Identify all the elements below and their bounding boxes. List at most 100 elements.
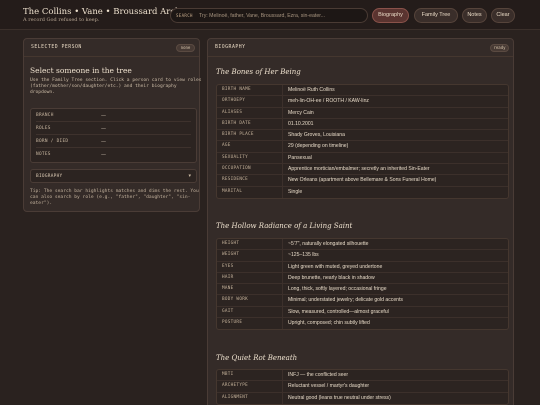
row-value: New Orleans (apartment above Bellemare &… <box>288 177 437 184</box>
row-value: Upright, composed; chin subtly lifted <box>288 320 370 327</box>
table-row: ORTHOEPY meh-lin-OH-ee / ROOTH / KAW-linz <box>217 96 508 108</box>
table-row: BIRTH DATE 01.10.2001 <box>217 118 508 131</box>
row-value: Mercy Cain <box>288 109 314 116</box>
clear-button[interactable]: Clear <box>491 8 515 23</box>
table-row: RESIDENCE New Orleans (apartment above Be… <box>217 175 508 187</box>
table-row: MANE Long, thick, softly layered; occasio… <box>217 284 508 296</box>
bio-table-personality: MBTI INFJ — the conflicted seer ARCHETYPE… <box>216 369 509 405</box>
row-label: MANE <box>217 284 283 295</box>
row-label: AGE <box>217 141 283 152</box>
table-row: BIRTH PLACE Shady Groves, Louisiana <box>217 130 508 142</box>
tip-text: Tip: The search bar highlights matches a… <box>30 189 199 207</box>
info-row-born-died: BORN / DIED — <box>36 136 191 148</box>
row-label: GAIT <box>217 306 283 318</box>
table-row: BIRTH NAME Melinoë Ruth Collins <box>217 85 508 97</box>
row-value: 01.10.2001 <box>288 120 314 127</box>
row-label: MBTI <box>217 370 283 381</box>
info-row-notes: NOTES — <box>36 149 191 161</box>
panel-title: BIOGRAPHY <box>215 45 246 50</box>
dropdown-label: BIOGRAPHY <box>36 174 63 179</box>
status-badge: none <box>176 44 195 52</box>
status-badge: ready <box>490 44 509 52</box>
row-label: BIRTH DATE <box>217 118 283 130</box>
info-row-roles: ROLES — <box>36 123 191 135</box>
info-label: BRANCH <box>36 113 54 118</box>
table-row: POSTURE Upright, composed; chin subtly li… <box>217 318 508 330</box>
table-row: HAIR Deep brunette, nearly black in shado… <box>217 272 508 285</box>
search-bar[interactable]: SEARCH <box>170 8 368 23</box>
info-label: NOTES <box>36 152 51 157</box>
bio-table-appearance: HEIGHT ~5'7", naturally elongated silhoue… <box>216 238 509 331</box>
row-label: SEXUALITY <box>217 152 283 164</box>
family-tree-button[interactable]: Family Tree <box>414 8 458 23</box>
row-value: Slow, measured, controlled—almost gracef… <box>288 308 389 315</box>
search-input[interactable] <box>199 10 365 22</box>
selected-person-panel: SELECTED PERSON none Select someone in t… <box>23 38 202 212</box>
row-label: ARCHETYPE <box>217 381 283 392</box>
info-value: — <box>101 152 106 158</box>
table-row: EYES Light green with muted, greyed under… <box>217 261 508 273</box>
biography-button[interactable]: Biography <box>372 8 409 23</box>
row-value: Light green with muted, greyed undertone <box>288 263 383 270</box>
info-label: BORN / DIED <box>36 139 69 144</box>
row-label: BODY WORK <box>217 295 283 306</box>
table-row: AGE 29 (depending on timeline) <box>217 141 508 153</box>
info-value: — <box>101 139 106 145</box>
biography-panel: BIOGRAPHY ready The Bones of Her Being B… <box>207 38 514 405</box>
info-label: ROLES <box>36 126 51 131</box>
row-value: Deep brunette, nearly black in shadow <box>288 274 375 281</box>
selection-heading: Select someone in the tree <box>30 66 132 75</box>
row-value: meh-lin-OH-ee / ROOTH / KAW-linz <box>288 98 369 105</box>
row-value: Shady Groves, Louisiana <box>288 132 345 139</box>
table-row: MARITAL Single <box>217 186 508 198</box>
biography-dropdown[interactable]: BIOGRAPHY ▾ <box>30 169 197 183</box>
panel-title: SELECTED PERSON <box>31 45 82 50</box>
row-label: RESIDENCE <box>217 175 283 186</box>
table-row: BODY WORK Minimal; understated jewelry; d… <box>217 295 508 307</box>
person-info-box: BRANCH — ROLES — BORN / DIED — NOTES — <box>30 108 197 163</box>
table-row: MBTI INFJ — the conflicted seer <box>217 370 508 382</box>
row-label: ALIASES <box>217 107 283 118</box>
row-label: WEIGHT <box>217 250 283 261</box>
row-label: OCCUPATION <box>217 164 283 175</box>
bio-table-bones: BIRTH NAME Melinoë Ruth Collins ORTHOEPY m… <box>216 84 509 199</box>
section-title: The Hollow Radiance of a Living Saint <box>216 222 353 230</box>
table-row: HEIGHT ~5'7", naturally elongated silhoue… <box>217 239 508 251</box>
row-value: Single <box>288 188 303 195</box>
info-value: — <box>101 126 106 132</box>
info-value: — <box>101 113 106 119</box>
chevron-down-icon: ▾ <box>188 173 191 179</box>
row-label: HAIR <box>217 272 283 284</box>
selection-description: Use the Family Tree section. Click a per… <box>30 78 202 96</box>
row-value: Long, thick, softly layered; occasional … <box>288 286 387 293</box>
table-row: OCCUPATION Apprentice mortician/embalmer;… <box>217 164 508 176</box>
row-value: 29 (depending on timeline) <box>288 143 349 150</box>
app-title: The Collins • Vane • Broussard Archive <box>23 7 194 17</box>
row-label: BIRTH PLACE <box>217 130 283 141</box>
row-value: Neutral good (leans true neutral under s… <box>288 394 391 401</box>
app-subtitle: A record God refused to keep. <box>23 17 100 23</box>
panel-header: BIOGRAPHY ready <box>208 39 513 57</box>
section-title: The Bones of Her Being <box>216 68 301 76</box>
row-value: Reluctant vessel / martyr's daughter <box>288 383 370 390</box>
row-value: INFJ — the conflicted seer <box>288 372 349 378</box>
info-row-branch: BRANCH — <box>36 110 191 122</box>
row-label: EYES <box>217 261 283 272</box>
row-value: Melinoë Ruth Collins <box>288 87 335 93</box>
table-row: ALIGNMENT Neutral good (leans true neutra… <box>217 392 508 404</box>
row-label: HEIGHT <box>217 239 283 250</box>
row-value: ~5'7", naturally elongated silhouette <box>288 241 369 247</box>
row-value: ~125–135 lbs <box>288 252 319 259</box>
row-label: BIRTH NAME <box>217 85 283 96</box>
row-value: Pansexual <box>288 154 312 161</box>
table-row: SEXUALITY Pansexual <box>217 152 508 165</box>
row-value: Minimal; understated jewelry; delicate g… <box>288 297 403 304</box>
row-label: POSTURE <box>217 318 283 330</box>
row-label: MARITAL <box>217 186 283 198</box>
notes-button[interactable]: Notes <box>462 8 487 23</box>
row-label: ORTHOEPY <box>217 96 283 107</box>
app-header: The Collins • Vane • Broussard Archive A… <box>0 0 540 30</box>
table-row: ARCHETYPE Reluctant vessel / martyr's dau… <box>217 381 508 393</box>
table-row: WEIGHT ~125–135 lbs <box>217 250 508 262</box>
panel-header: SELECTED PERSON none <box>24 39 199 57</box>
